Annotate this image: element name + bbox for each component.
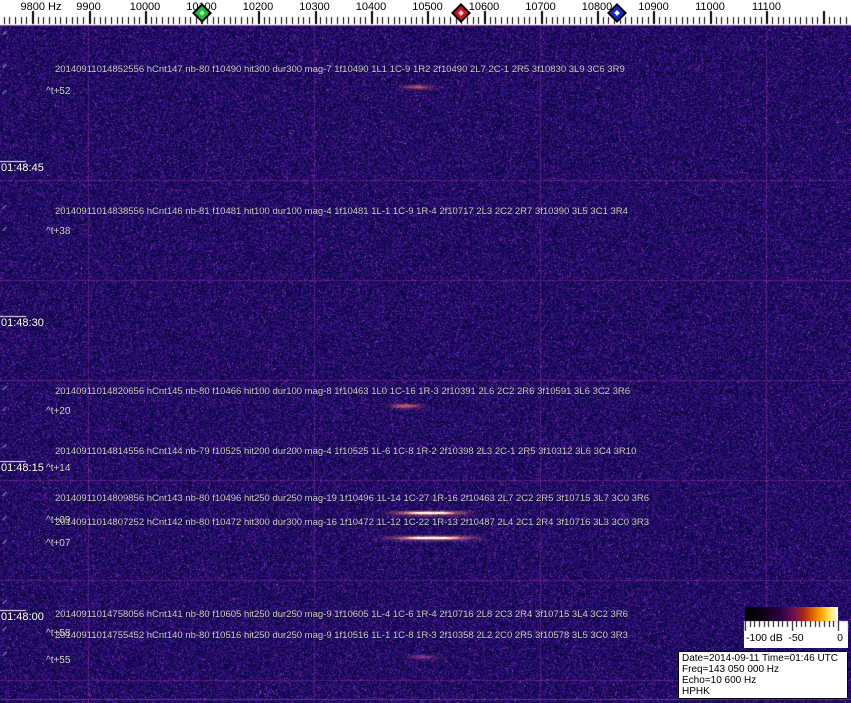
time-label: 01:48:30 [1, 317, 44, 329]
db-scale-legend: -100 dB -50 0 [744, 607, 848, 648]
marker-red-core [458, 10, 465, 16]
ruler-tick-label: 10300 [299, 1, 330, 13]
detection-time-offset: ^t+55 [46, 655, 71, 666]
spectrogram-display[interactable] [0, 0, 851, 703]
detection-time-offset: ^t+07 [46, 538, 71, 549]
detection-line: 20140911014838556 hCnt146 nb-81 f10481 h… [55, 206, 628, 217]
detection-line: 20140911014820656 hCnt145 nb-80 f10466 h… [55, 386, 631, 397]
detection-line: 20140911014758056 hCnt141 nb-80 f10605 h… [55, 609, 628, 620]
ruler-tick-label: 11000 [695, 1, 725, 13]
time-label: 01:48:45 [1, 162, 44, 174]
ruler-tick-label: 10600 [468, 1, 500, 13]
time-label: 01:48:15 [1, 462, 44, 474]
info-date-time: Date=2014-09-11 Time=01:46 UTC [682, 653, 839, 664]
detection-time-offset: ^t+09 [46, 515, 71, 526]
detection-time-offset: ^t+38 [46, 226, 71, 237]
db-label-mid: -50 [788, 632, 804, 644]
detection-time-offset: ^t+20 [46, 406, 71, 417]
ruler-tick-label: 9800 Hz [20, 1, 62, 13]
ruler-tick-label: 10000 [129, 1, 161, 13]
time-label: 01:48:00 [1, 611, 44, 623]
ruler-tick-label: 10400 [355, 1, 387, 13]
spectrogram-window: 9800 Hz990010000101001020010300104001050… [0, 0, 851, 703]
ruler-tick-label: 11100 [752, 1, 781, 13]
info-frequency: Freq=143 050 000 Hz [682, 664, 780, 675]
detection-time-offset: ^t+58 [46, 628, 71, 639]
colormap-gradient [745, 607, 838, 621]
detection-line: 20140911014755452 hCnt140 nb-80 f10516 h… [55, 630, 628, 641]
ruler-tick-label: 10700 [525, 1, 556, 13]
detection-line: 20140911014852556 hCnt147 nb-80 f10490 h… [55, 64, 625, 75]
detection-line: 20140911014809856 hCnt143 nb-80 f10496 h… [55, 493, 650, 504]
ruler-tick-label: 9900 [76, 1, 101, 13]
detection-time-offset: ^t+52 [46, 86, 71, 97]
info-echo: Echo=10 600 Hz [682, 675, 757, 686]
detection-line: 20140911014807252 hCnt142 nb-80 f10472 h… [55, 517, 650, 528]
detection-time-offset: ^t+14 [46, 463, 71, 474]
info-station-id: HPHK [682, 686, 710, 697]
db-label-min: -100 dB [746, 632, 783, 644]
marker-green-core [198, 10, 205, 16]
detection-line: 20140911014814556 hCnt144 nb-79 f10525 h… [55, 446, 637, 457]
ruler-tick-label: 10500 [412, 1, 443, 13]
db-scale-labels: -100 dB -50 0 [744, 631, 848, 648]
db-label-max: 0 [837, 632, 843, 644]
ruler-tick-label: 10900 [638, 1, 669, 13]
ruler-tick-label: 10200 [242, 1, 274, 13]
marker-blue-core [613, 10, 620, 16]
status-info-box: Date=2014-09-11 Time=01:46 UTC Freq=143 … [678, 651, 848, 699]
